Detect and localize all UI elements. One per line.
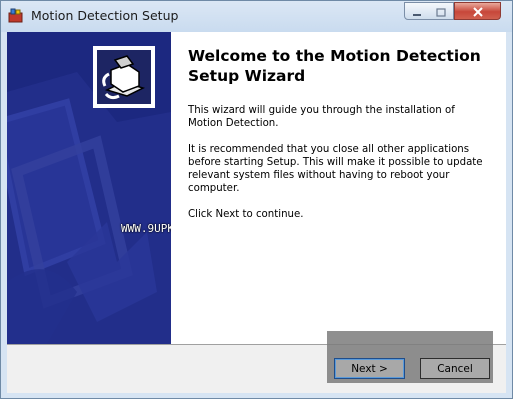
watermark-text: WWW.9UPK.COM (121, 222, 171, 235)
close-icon (472, 2, 484, 21)
next-button[interactable]: Next > (334, 358, 405, 379)
maximize-icon (436, 2, 446, 21)
title-bar[interactable]: Motion Detection Setup (1, 1, 512, 32)
recommendation-paragraph: It is recommended that you close all oth… (188, 144, 483, 194)
wizard-sidebar-banner: WWW.9UPK.COM (7, 32, 171, 344)
installer-logo-icon (97, 55, 151, 108)
installer-logo (93, 46, 155, 108)
wizard-page: WWW.9UPK.COM Welcome to the Motion Detec… (7, 32, 506, 393)
cancel-button[interactable]: Cancel (420, 358, 490, 379)
app-icon (8, 8, 23, 23)
continue-instruction: Click Next to continue. (188, 209, 304, 220)
close-button[interactable] (454, 2, 501, 20)
maximize-button[interactable] (429, 2, 454, 20)
minimize-button[interactable] (404, 2, 430, 20)
installer-window: Motion Detection Setup WWW.9UPK Welcome … (0, 0, 513, 399)
window-title: Motion Detection Setup (31, 8, 179, 23)
minimize-icon (412, 2, 422, 21)
page-title: Welcome to the Motion Detection Setup Wi… (188, 47, 481, 85)
intro-paragraph: This wizard will guide you through the i… (188, 105, 455, 129)
